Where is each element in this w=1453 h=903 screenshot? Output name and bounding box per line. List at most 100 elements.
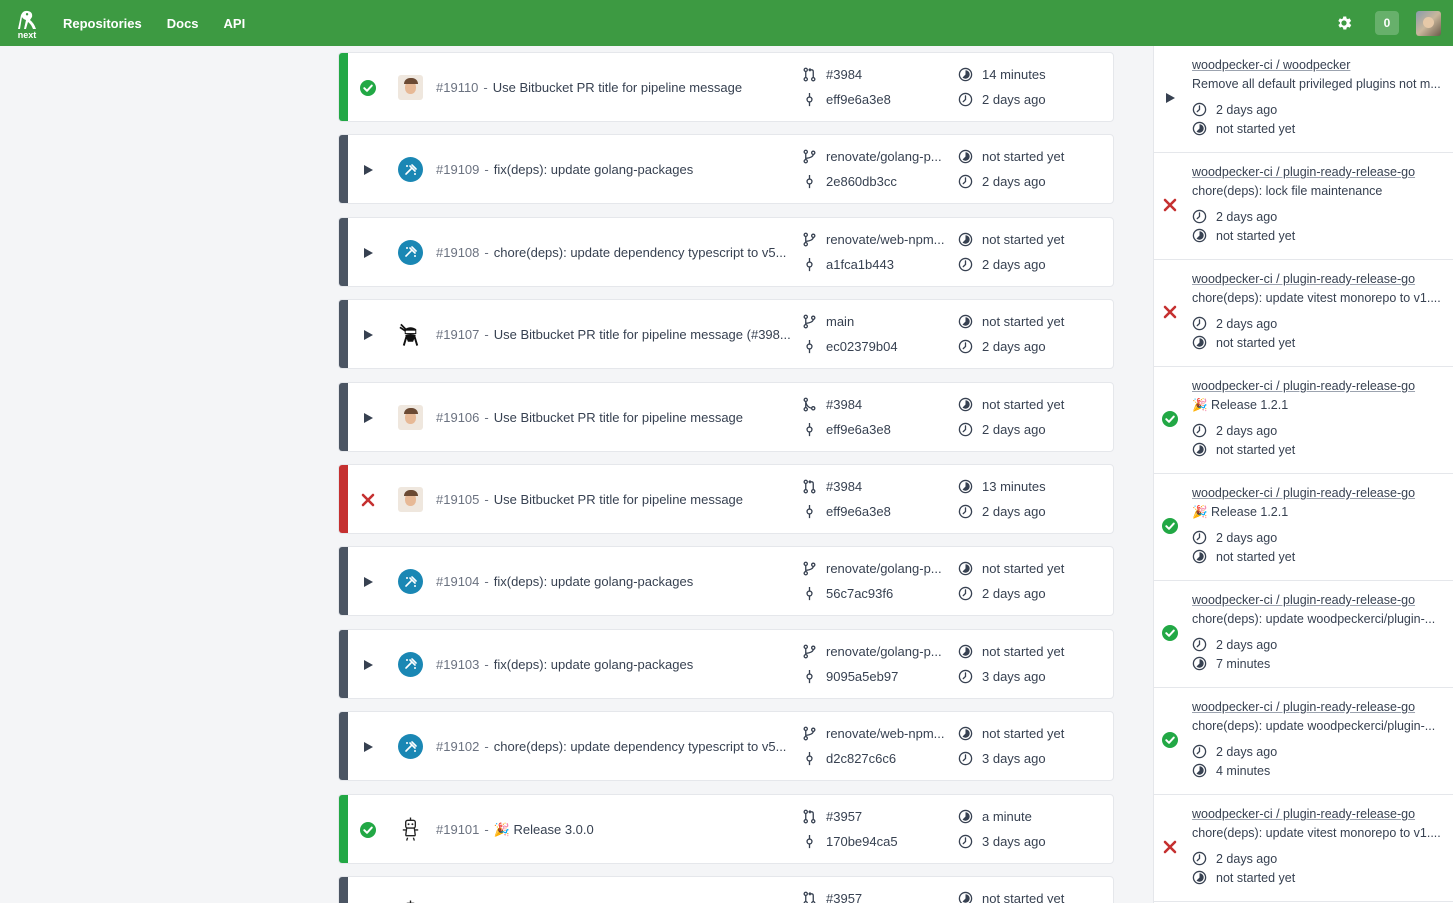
feed-item[interactable]: woodpecker-ci / plugin-ready-release-go 🎉…: [1154, 367, 1453, 474]
pipeline-title[interactable]: #19108- chore(deps): update dependency ty…: [436, 245, 791, 260]
pipeline-message: fix(deps): update golang-packages: [493, 656, 694, 672]
author-avatar: [398, 322, 423, 347]
duration-icon: [958, 809, 973, 823]
pipeline-card[interactable]: #19108- chore(deps): update dependency ty…: [338, 216, 1114, 287]
pipeline-title[interactable]: #19103- fix(deps): update golang-packages: [436, 657, 791, 672]
pipeline-title[interactable]: #19102- chore(deps): update dependency ty…: [436, 739, 791, 754]
commit-icon: [806, 504, 813, 519]
pipeline-message: fix(deps): update golang-packages: [493, 574, 694, 590]
duration-text: not started yet: [982, 231, 1065, 247]
nav-link-api[interactable]: API: [224, 16, 246, 31]
pipeline-title[interactable]: #19107- Use Bitbucket PR title for pipeli…: [436, 327, 791, 342]
woodpecker-logo[interactable]: next: [0, 0, 54, 46]
pipeline-card[interactable]: #19102- chore(deps): update dependency ty…: [338, 711, 1114, 782]
play-icon: [364, 742, 373, 753]
feed-repo-link[interactable]: woodpecker-ci / plugin-ready-release-go: [1192, 379, 1448, 393]
duration-text: not started yet: [982, 314, 1065, 330]
feed-item[interactable]: woodpecker-ci / woodpecker Remove all def…: [1154, 46, 1453, 153]
pipeline-card[interactable]: #19109- fix(deps): update golang-packages…: [338, 134, 1114, 205]
commit-sha: ec02379b04: [826, 339, 898, 355]
feed-created: 2 days ago: [1192, 744, 1277, 759]
feed-item[interactable]: woodpecker-ci / plugin-ready-release-go c…: [1154, 795, 1453, 902]
status-bar: [339, 465, 348, 533]
pipeline-ref: #3984: [802, 397, 952, 412]
play-icon: [1166, 93, 1175, 103]
feed-repo-link[interactable]: woodpecker-ci / plugin-ready-release-go: [1192, 807, 1448, 821]
title-separator: -: [484, 162, 489, 178]
feed-created: 2 days ago: [1192, 209, 1277, 224]
pipeline-duration: not started yet: [958, 726, 1064, 741]
pipeline-card[interactable]: #19107- Use Bitbucket PR title for pipeli…: [338, 299, 1114, 370]
clock-icon: [1192, 637, 1207, 652]
feed-duration: not started yet: [1192, 335, 1295, 350]
feed-repo-link[interactable]: woodpecker-ci / plugin-ready-release-go: [1192, 486, 1448, 500]
pull-request-icon: [803, 891, 816, 903]
nav-link-repositories[interactable]: Repositories: [63, 16, 142, 31]
failure-icon: [361, 493, 375, 507]
pipeline-card[interactable]: #19101- 🎉 Release 3.0.0 #3957 170be94ca5 a m…: [338, 793, 1114, 864]
pipeline-card[interactable]: #19103- fix(deps): update golang-packages…: [338, 628, 1114, 699]
pipeline-duration: not started yet: [958, 891, 1064, 903]
commit-icon: [806, 175, 813, 189]
play-icon: [364, 412, 373, 423]
feed-item[interactable]: woodpecker-ci / plugin-ready-release-go c…: [1154, 688, 1453, 795]
title-separator: -: [484, 739, 489, 755]
activity-count-badge[interactable]: 0: [1375, 11, 1399, 35]
status-bar: [339, 217, 348, 286]
pipeline-commit: eff9e6a3e8: [802, 422, 891, 437]
status-bar: [339, 53, 348, 121]
feed-repo-link[interactable]: woodpecker-ci / plugin-ready-release-go: [1192, 272, 1448, 286]
created-text: 2 days ago: [982, 421, 1046, 437]
feed-created-text: 2 days ago: [1216, 316, 1278, 331]
duration-icon: [958, 562, 973, 576]
pipeline-status[interactable]: [359, 409, 377, 427]
pipeline-title[interactable]: #19109- fix(deps): update golang-packages: [436, 162, 791, 177]
feed-created-text: 2 days ago: [1216, 637, 1278, 652]
pipeline-status[interactable]: [359, 161, 377, 179]
pipeline-card[interactable]: #19106- Use Bitbucket PR title for pipeli…: [338, 381, 1114, 452]
pipeline-card[interactable]: #3957 not started yet: [338, 876, 1114, 903]
author-avatar: [398, 404, 423, 430]
status-bar: [339, 135, 348, 204]
pipeline-title[interactable]: #19106- Use Bitbucket PR title for pipeli…: [436, 410, 791, 425]
created-text: 3 days ago: [982, 751, 1046, 767]
pipeline-duration: 13 minutes: [958, 479, 1046, 494]
pipeline-status[interactable]: [359, 656, 377, 674]
pipeline-status[interactable]: [359, 326, 377, 344]
renovate-bot-icon: [404, 246, 417, 258]
feed-item[interactable]: woodpecker-ci / plugin-ready-release-go 🎉…: [1154, 474, 1453, 581]
feed-repo-link[interactable]: woodpecker-ci / plugin-ready-release-go: [1192, 165, 1448, 179]
feed-duration-text: not started yet: [1216, 442, 1296, 457]
pipeline-ref-label: main: [826, 314, 855, 330]
pipeline-title[interactable]: #19105- Use Bitbucket PR title for pipeli…: [436, 492, 791, 507]
feed-item[interactable]: woodpecker-ci / plugin-ready-release-go c…: [1154, 581, 1453, 688]
feed-repo-link[interactable]: woodpecker-ci / woodpecker: [1192, 58, 1448, 72]
feed-item[interactable]: woodpecker-ci / plugin-ready-release-go c…: [1154, 260, 1453, 367]
feed-status: [1162, 839, 1178, 855]
pipeline-card[interactable]: #19105- Use Bitbucket PR title for pipeli…: [338, 464, 1114, 534]
pipeline-title[interactable]: #19110- Use Bitbucket PR title for pipeli…: [436, 80, 791, 95]
commit-sha: eff9e6a3e8: [826, 92, 891, 107]
pipeline-card[interactable]: #19110- Use Bitbucket PR title for pipeli…: [338, 52, 1114, 122]
nav-link-docs[interactable]: Docs: [167, 16, 199, 31]
pipeline-ref-label: renovate/web-npm...: [826, 726, 945, 742]
pipeline-status[interactable]: [359, 244, 377, 262]
pipeline-number: #19109: [436, 162, 480, 178]
feed-repo-link[interactable]: woodpecker-ci / plugin-ready-release-go: [1192, 593, 1448, 607]
gear-icon[interactable]: [1335, 14, 1353, 32]
pipeline-status[interactable]: [359, 738, 377, 756]
pipeline-title[interactable]: #19104- fix(deps): update golang-packages: [436, 574, 791, 589]
user-avatar[interactable]: [1416, 10, 1441, 36]
pipeline-ref-label: #3984: [826, 67, 863, 82]
pipeline-ref: #3957: [802, 891, 952, 903]
pipeline-message: chore(deps): update dependency typescrip…: [493, 739, 787, 755]
pipeline-card[interactable]: #19104- fix(deps): update golang-packages…: [338, 546, 1114, 617]
pipeline-title[interactable]: #19101- 🎉 Release 3.0.0: [436, 822, 791, 838]
duration-icon: [958, 397, 973, 411]
pipeline-status[interactable]: [359, 573, 377, 591]
feed-duration: not started yet: [1192, 442, 1295, 457]
feed-item[interactable]: woodpecker-ci / plugin-ready-release-go c…: [1154, 153, 1453, 260]
author-avatar: [398, 734, 423, 760]
feed-repo-link[interactable]: woodpecker-ci / plugin-ready-release-go: [1192, 700, 1448, 714]
feed-status[interactable]: [1162, 90, 1178, 106]
